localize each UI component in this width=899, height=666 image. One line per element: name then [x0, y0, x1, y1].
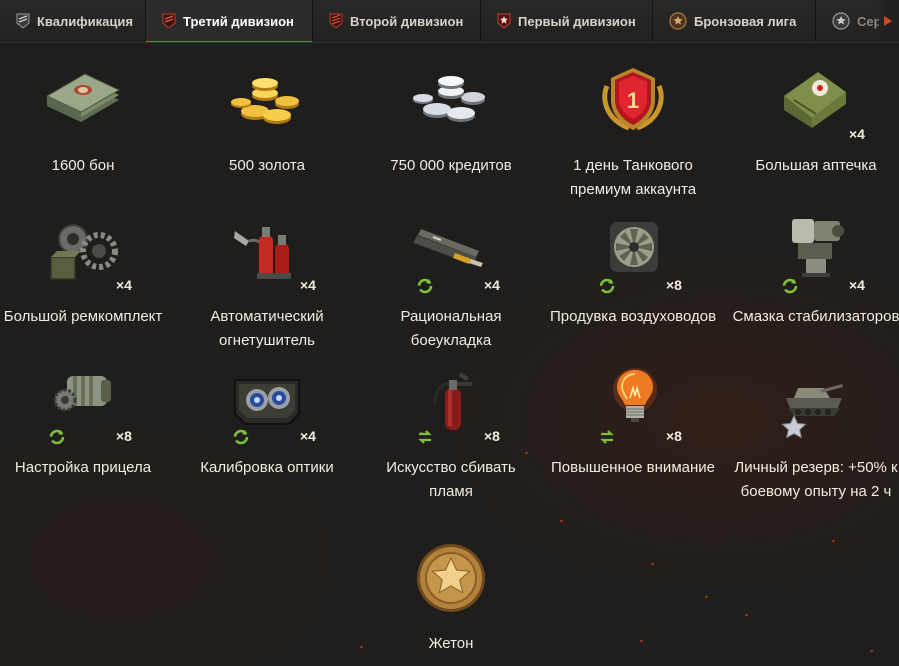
- reward-quantity: ×8: [666, 428, 682, 444]
- tabs-scroll-right-button[interactable]: [877, 0, 899, 42]
- reward-quantity: ×4: [300, 428, 316, 444]
- svg-text:1: 1: [627, 88, 639, 113]
- division-shield-icon: [162, 13, 176, 29]
- reward-quantity: ×4: [300, 277, 316, 293]
- reward-quantity: ×4: [849, 277, 865, 293]
- reward-quantity: ×8: [666, 277, 682, 293]
- reward-item: ×4 Большой ремкомплект: [0, 217, 168, 329]
- chevron-right-icon: [884, 16, 892, 26]
- refresh-icon: [599, 278, 615, 294]
- reward-item: ×8 Повышенное внимание: [548, 368, 718, 480]
- division-tab-bar: Квалификация Третий дивизион Второй диви…: [0, 0, 899, 43]
- tab-qualification[interactable]: Квалификация: [0, 0, 146, 42]
- tab-label: Второй дивизион: [350, 13, 464, 29]
- automatic-fire-extinguisher-icon: [234, 227, 291, 279]
- division-shield-icon: [16, 13, 30, 29]
- reward-name: Большой ремкомплект: [3, 308, 163, 325]
- tab-bronze-league[interactable]: Бронзовая лига: [653, 0, 816, 42]
- reward-item: ×4 Рациональная боеукладка: [366, 217, 536, 353]
- reward-item: 1 1 день Танкового премиум аккаунта: [548, 66, 718, 202]
- reward-name: 1 день Танкового премиум аккаунта: [569, 157, 697, 198]
- refresh-icon: [417, 278, 433, 294]
- swap-arrows-icon: [600, 430, 614, 444]
- tab-third-division[interactable]: Третий дивизион: [146, 0, 313, 42]
- large-repair-kit-icon: [50, 224, 118, 280]
- reward-name: 750 000 кредитов: [390, 157, 512, 174]
- reward-item: ×4 Автоматический огнетушитель: [182, 217, 352, 353]
- reward-quantity: ×4: [484, 277, 500, 293]
- refresh-icon: [233, 429, 249, 445]
- reward-item: 1600 бон: [0, 66, 168, 178]
- credits-icon: [413, 76, 485, 122]
- tab-label: Бронзовая лига: [694, 13, 797, 29]
- reward-name: Большая аптечка: [755, 157, 877, 174]
- reward-name: Повышенное внимание: [551, 459, 715, 476]
- reward-quantity: ×4: [849, 126, 865, 142]
- reward-item: ×4 Большая аптечка: [731, 66, 899, 178]
- reward-name: Рациональная боеукладка: [400, 308, 502, 349]
- bronze-league-medal-icon: [669, 12, 687, 30]
- reward-item: Личный резерв: +50% к боевому опыту на 2…: [731, 368, 899, 504]
- reward-name: Искусство сбивать пламя: [386, 459, 516, 500]
- tab-label: Третий дивизион: [183, 13, 294, 29]
- tab-label: Сер: [857, 13, 879, 29]
- reward-name: Автоматический огнетушитель: [210, 308, 324, 349]
- tab-first-division[interactable]: Первый дивизион: [481, 0, 653, 42]
- tab-label: Квалификация: [37, 13, 133, 29]
- reward-item: ×4 Смазка стабилизаторов: [731, 217, 899, 329]
- reward-name: Смазка стабилизаторов: [732, 308, 899, 325]
- tab-label: Первый дивизион: [518, 13, 636, 29]
- gold-coins-icon: [231, 78, 299, 124]
- swap-arrows-icon: [418, 430, 432, 444]
- reward-item: ×8 Настройка прицела: [0, 368, 168, 480]
- premium-account-icon: 1: [602, 68, 664, 131]
- reward-quantity: ×4: [116, 277, 132, 293]
- large-first-aid-kit-icon: [784, 72, 846, 128]
- reward-item: Жетон: [366, 544, 536, 656]
- reward-name: Продувка воздуховодов: [549, 308, 717, 325]
- personal-reserve-tank-icon: [781, 384, 843, 438]
- reward-name: 500 золота: [229, 157, 305, 174]
- reward-name: Личный резерв: +50% к боевому опыту на 2…: [734, 459, 898, 500]
- reward-name: Настройка прицела: [14, 459, 152, 476]
- reward-item: ×8 Продувка воздуховодов: [548, 217, 718, 329]
- refresh-icon: [782, 278, 798, 294]
- reward-item: 500 золота: [182, 66, 352, 178]
- reward-name: Жетон: [428, 635, 474, 652]
- reward-item: ×8 Искусство сбивать пламя: [366, 368, 536, 504]
- token-star-icon: [417, 544, 485, 612]
- reward-item: 750 000 кредитов: [366, 66, 536, 178]
- refresh-icon: [49, 429, 65, 445]
- reward-quantity: ×8: [116, 428, 132, 444]
- division-shield-icon: [329, 13, 343, 29]
- reward-item: ×4 Калибровка оптики: [182, 368, 352, 480]
- division-shield-icon: [497, 13, 511, 29]
- reward-name: 1600 бон: [51, 157, 115, 174]
- reward-name: Калибровка оптики: [200, 459, 334, 476]
- reward-quantity: ×8: [484, 428, 500, 444]
- tab-second-division[interactable]: Второй дивизион: [313, 0, 481, 42]
- bonds-icon: [45, 73, 121, 122]
- silver-league-medal-icon: [832, 12, 850, 30]
